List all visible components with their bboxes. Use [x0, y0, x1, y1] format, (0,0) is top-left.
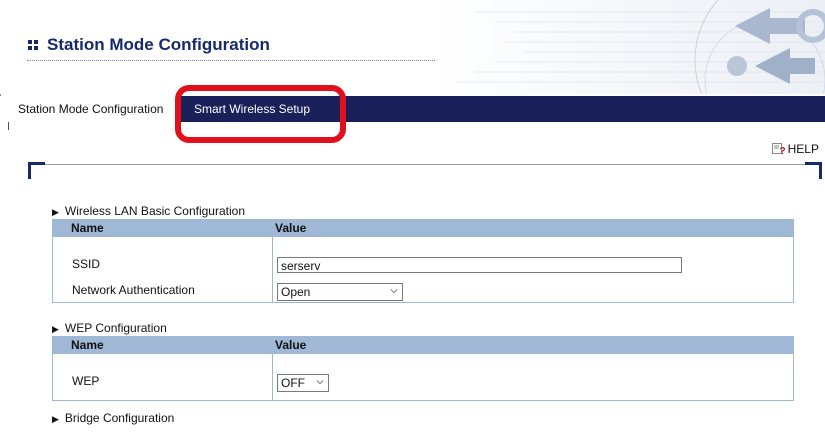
- network-authentication-select[interactable]: Open: [277, 283, 403, 301]
- column-header-name: Name: [71, 221, 104, 235]
- tab-corner: [8, 122, 14, 130]
- column-divider: [272, 237, 273, 302]
- svg-text:?: ?: [779, 146, 785, 155]
- wep-label: WEP: [72, 374, 100, 388]
- page-title: Station Mode Configuration: [47, 35, 270, 54]
- triangle-right-icon: ▶: [52, 324, 59, 334]
- highlight-annotation: [175, 85, 346, 143]
- table-header-wireless: Name Value: [52, 219, 794, 237]
- wep-value: OFF: [281, 376, 305, 390]
- grid-icon: [28, 40, 39, 51]
- column-header-value: Value: [275, 338, 307, 352]
- tab-station-mode-configuration[interactable]: Station Mode Configuration: [8, 96, 176, 122]
- section-title-wireless: ▶ Wireless LAN Basic Configuration: [52, 204, 245, 218]
- header-decoration-graphic: [435, 0, 825, 94]
- header: Station Mode Configuration: [0, 0, 825, 94]
- network-authentication-label: Network Authentication: [72, 283, 195, 297]
- help-icon: ?: [771, 143, 786, 157]
- table-body-wireless: SSID Network Authentication serserv Open: [52, 237, 794, 303]
- frame-corner-top-left: [28, 162, 45, 179]
- table-header-wep: Name Value: [52, 336, 794, 354]
- network-authentication-value: Open: [281, 285, 311, 299]
- column-divider: [272, 354, 273, 400]
- table-body-wep: WEP OFF: [52, 354, 794, 401]
- triangle-right-icon: ▶: [52, 207, 59, 217]
- frame-corner-top-right: [805, 162, 822, 179]
- ssid-label: SSID: [72, 257, 101, 271]
- column-header-name: Name: [71, 338, 104, 352]
- help-link[interactable]: ? HELP: [771, 142, 819, 157]
- column-header-value: Value: [275, 221, 307, 235]
- section-title-wep: ▶ WEP Configuration: [52, 321, 167, 335]
- title-underline: [27, 60, 435, 61]
- help-label: HELP: [787, 142, 819, 156]
- ssid-input[interactable]: serserv: [277, 257, 682, 273]
- triangle-right-icon: ▶: [52, 414, 59, 424]
- section-title-bridge: ▶ Bridge Configuration: [52, 411, 175, 425]
- chevron-down-icon: [316, 380, 324, 385]
- chevron-down-icon: [390, 289, 398, 294]
- wep-select[interactable]: OFF: [277, 374, 329, 392]
